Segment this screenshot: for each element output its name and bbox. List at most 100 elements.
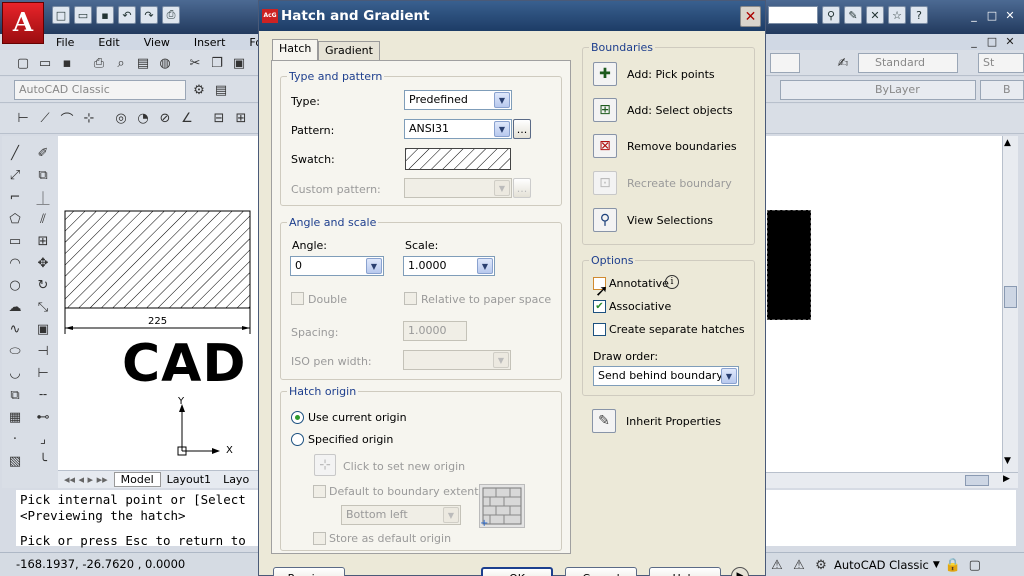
restore-icon[interactable]: □ <box>984 8 1000 22</box>
angle-select[interactable]: 0 ▼ <box>290 256 384 276</box>
cut-icon[interactable]: ✂ <box>186 54 204 72</box>
text-style-select[interactable]: Standard <box>858 53 958 73</box>
lineweight-select[interactable]: B <box>980 80 1024 100</box>
polyline-icon[interactable]: ⌐ <box>6 188 24 206</box>
open-folder-icon[interactable]: ▭ <box>74 6 92 24</box>
type-select[interactable]: Predefined ▼ <box>404 90 512 110</box>
tab-model[interactable]: Model <box>113 472 161 487</box>
doc-minimize-icon[interactable]: _ <box>966 34 982 48</box>
select-objects-button[interactable]: ⊞ <box>593 98 617 122</box>
join-icon[interactable]: ⊷ <box>34 408 52 426</box>
recreate-boundary-button[interactable]: ⊡ <box>593 171 617 195</box>
aligned-dim-icon[interactable]: ⟋ <box>36 109 54 127</box>
angular-icon[interactable]: ∠ <box>178 109 196 127</box>
arc-length-icon[interactable]: ⌒ <box>58 109 76 128</box>
diameter-icon[interactable]: ⊘ <box>156 109 174 127</box>
relative-paper-checkbox[interactable] <box>404 292 417 305</box>
hatch-icon[interactable]: ▧ <box>6 452 24 470</box>
close-icon[interactable]: ✕ <box>1002 8 1018 22</box>
pick-points-label[interactable]: Add: Pick points <box>627 68 715 81</box>
tab-nav-icon[interactable]: ◂◂ ◂ ▸ ▸▸ <box>58 473 114 486</box>
use-current-origin-radio[interactable] <box>291 411 304 424</box>
scroll-right-icon[interactable]: ▶ <box>1003 474 1010 484</box>
store-default-checkbox[interactable] <box>313 532 326 545</box>
scroll-down-icon[interactable]: ▼ <box>1004 456 1011 466</box>
3dprint-icon[interactable]: ◍ <box>156 54 174 72</box>
lock-icon[interactable]: 🔒 <box>944 556 962 574</box>
jogged-icon[interactable]: ◔ <box>134 109 152 127</box>
application-menu-button[interactable]: A <box>2 2 44 44</box>
radius-icon[interactable]: ◎ <box>112 109 130 127</box>
black-solid-region[interactable] <box>767 210 811 320</box>
dialog-close-button[interactable]: ✕ <box>740 6 761 27</box>
drawing-area-right[interactable] <box>765 136 1002 472</box>
origin-position-select[interactable]: Bottom left ▼ <box>341 505 461 525</box>
iso-pen-select[interactable]: ▼ <box>403 350 511 370</box>
move-icon[interactable]: ✥ <box>34 254 52 272</box>
tab-layout1[interactable]: Layout1 <box>161 473 217 486</box>
horizontal-scrollbar[interactable]: ▶ <box>765 472 1018 488</box>
set-origin-button[interactable]: ⊹ <box>314 454 336 476</box>
doc-restore-icon[interactable]: □ <box>984 34 1000 48</box>
erase-icon[interactable]: ✐ <box>34 144 52 162</box>
wrench-icon[interactable]: ✎ <box>844 6 862 24</box>
paste-icon[interactable]: ▣ <box>230 54 248 72</box>
clean-screen-icon[interactable]: ▢ <box>966 556 984 574</box>
save-icon[interactable]: ▪ <box>96 6 114 24</box>
ellipse-arc-icon[interactable]: ◡ <box>6 364 24 382</box>
inherit-properties-label[interactable]: Inherit Properties <box>626 415 721 428</box>
default-extents-checkbox[interactable] <box>313 485 326 498</box>
double-checkbox[interactable] <box>291 292 304 305</box>
info-icon[interactable]: i <box>665 275 679 289</box>
doc-close-icon[interactable]: ✕ <box>1002 34 1018 48</box>
baseline-icon[interactable]: ⊞ <box>232 109 250 127</box>
help-button[interactable]: Help <box>649 567 721 576</box>
pattern-swatch[interactable] <box>405 148 511 170</box>
extend-icon[interactable]: ⊢ <box>34 364 52 382</box>
help-icon[interactable]: ? <box>910 6 928 24</box>
spline-icon[interactable]: ∿ <box>6 320 24 338</box>
workspace-icon[interactable]: ▤ <box>212 81 230 99</box>
workspace-settings-icon[interactable]: ⚙ <box>190 81 208 99</box>
open-icon[interactable]: ▭ <box>36 54 54 72</box>
copy-object-icon[interactable]: ⧉ <box>34 166 52 184</box>
pick-points-button[interactable]: ✚ <box>593 62 617 86</box>
rotate-icon[interactable]: ↻ <box>34 276 52 294</box>
menu-view[interactable]: View <box>132 36 182 49</box>
publish-icon[interactable]: ▤ <box>134 54 152 72</box>
offset-icon[interactable]: ⫽ <box>34 210 52 228</box>
vertical-scrollbar[interactable]: ▲ ▼ <box>1002 136 1018 472</box>
break-icon[interactable]: ╌ <box>34 386 52 404</box>
save-toolbar-icon[interactable]: ▪ <box>58 54 76 72</box>
pattern-select[interactable]: ANSI31 ▼ <box>404 119 512 139</box>
insert-block-icon[interactable]: ⧉ <box>6 386 24 404</box>
scale-select[interactable]: 1.0000 ▼ <box>403 256 495 276</box>
associative-checkbox[interactable]: ✔ <box>593 300 606 313</box>
new-icon[interactable]: ▢ <box>14 54 32 72</box>
trim-icon[interactable]: ⊣ <box>34 342 52 360</box>
hscroll-thumb[interactable] <box>965 475 989 486</box>
point-icon[interactable]: · <box>6 430 24 448</box>
view-selections-label[interactable]: View Selections <box>627 214 713 227</box>
ok-button[interactable]: OK <box>481 567 553 576</box>
tab-gradient[interactable]: Gradient <box>318 41 380 61</box>
ordinate-icon[interactable]: ⊹ <box>80 109 98 127</box>
tab-layout2[interactable]: Layo <box>217 473 255 486</box>
dialog-title-bar[interactable]: AcG Hatch and Gradient <box>259 1 765 31</box>
separate-hatches-checkbox[interactable] <box>593 323 606 336</box>
polygon-icon[interactable]: ⬠ <box>6 210 24 228</box>
mirror-icon[interactable]: ⏊ <box>34 188 52 207</box>
annotation-scale-icon[interactable]: ⚠ <box>768 556 786 574</box>
star-icon[interactable]: ☆ <box>888 6 906 24</box>
annotation-visibility-icon[interactable]: ⚠ <box>790 556 808 574</box>
menu-edit[interactable]: Edit <box>86 36 131 49</box>
remove-boundaries-label[interactable]: Remove boundaries <box>627 140 737 153</box>
scroll-up-icon[interactable]: ▲ <box>1004 138 1011 148</box>
pattern-browse-button[interactable]: ... <box>513 119 531 139</box>
drawing-text-cad[interactable]: CAD <box>122 334 247 394</box>
inherit-properties-button[interactable]: ✎ <box>592 409 616 433</box>
print-icon[interactable]: ⎙ <box>162 6 180 24</box>
view-selections-button[interactable]: ⚲ <box>593 208 617 232</box>
arc-icon[interactable]: ◠ <box>6 254 24 272</box>
workspace-select[interactable]: AutoCAD Classic <box>14 80 186 100</box>
